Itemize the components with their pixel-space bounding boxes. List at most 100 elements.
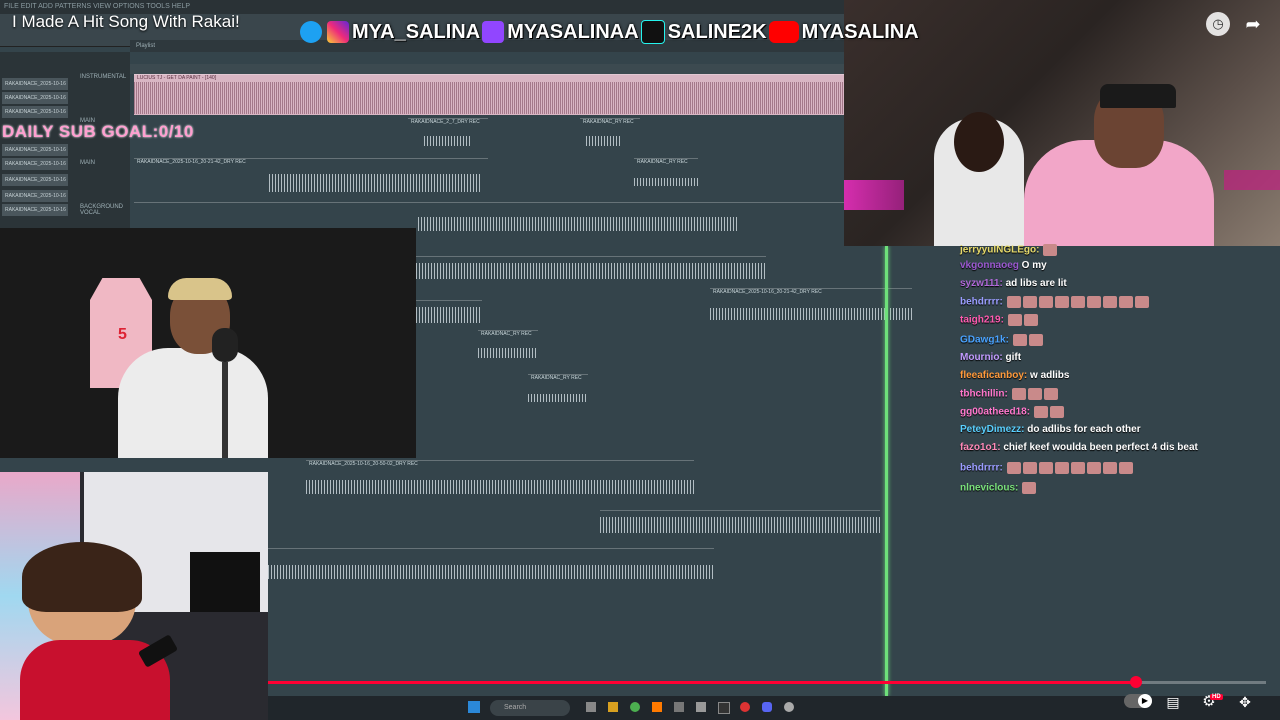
chat-emote-icon	[1023, 314, 1038, 326]
vocal-clip[interactable]	[600, 510, 880, 541]
chat-emote-icon	[1054, 296, 1069, 308]
chat-username[interactable]: jerryyuINGLEgo:	[960, 245, 1039, 256]
instrumental-clip[interactable]: LUCIUS TJ - GET DA PAINT - [140]	[134, 74, 844, 115]
instagram-icon	[327, 21, 349, 43]
chat-username[interactable]: syzw111:	[960, 278, 1003, 289]
chat-username[interactable]: fleeaficanboy:	[960, 370, 1027, 381]
chat-emote-icon	[1043, 244, 1058, 256]
chat-message: tbhchillin:	[960, 388, 1060, 400]
chat-message: fazo1o1: chief keef woulda been perfect …	[960, 442, 1198, 453]
chat-message: behdrrrr:	[960, 296, 1151, 308]
clip-title: RAKAIDNACE_2025-10-16_20-50-02_DRY REC	[309, 461, 418, 467]
timeline-ruler[interactable]	[130, 64, 844, 74]
vocal-clip[interactable]: RAKAIDNACE_2_7_DRY REC	[408, 118, 488, 155]
chat-message: nlneviclous:	[960, 482, 1038, 494]
channel-item[interactable]: RAKAIDNACE_2025-10-16	[2, 204, 68, 216]
taskbar-app-icon[interactable]	[784, 702, 794, 712]
sub-goal-text: DAILY SUB GOAL:0/10	[2, 122, 194, 141]
chat-username[interactable]: taigh219:	[960, 315, 1004, 326]
chat-username[interactable]: vkgonnaoeg	[960, 260, 1019, 271]
chat-emote-icon	[1007, 314, 1022, 326]
channel-item[interactable]: RAKAIDNACE_2025-10-16	[2, 106, 68, 118]
taskbar-search[interactable]: Search	[490, 700, 570, 716]
playlist-label: Playlist	[136, 43, 156, 49]
vocal-clip[interactable]	[268, 548, 714, 589]
social-handles-overlay: MYA_SALINA MYASALINAA SALINE2K MYASALINA	[298, 18, 919, 46]
vocal-clip[interactable]: RAKAIDNACE_2025-10-16_20-21-42_DRY REC	[710, 288, 912, 329]
chat-emote-icon	[1086, 462, 1101, 474]
chat-username[interactable]: behdrrrr:	[960, 297, 1003, 308]
chat-username[interactable]: gg00atheed18:	[960, 407, 1030, 418]
chat-username[interactable]: GDawg1k:	[960, 335, 1009, 346]
daw-playhead[interactable]	[885, 246, 888, 696]
chat-emote-icon	[1038, 296, 1053, 308]
clip-title: RAKAIDNACE_2_7_DRY REC	[411, 119, 480, 125]
vocal-clip[interactable]	[416, 256, 766, 287]
vocal-clip[interactable]: RAKAIDNAC_RY REC	[634, 158, 698, 199]
fullscreen-exit-icon[interactable]: ✥	[1234, 692, 1256, 712]
autoplay-toggle[interactable]: ▶	[1124, 694, 1152, 708]
vocal-clip[interactable]: RAKAIDNACE_2025-10-16_20-50-02_DRY REC	[306, 460, 694, 505]
captions-icon[interactable]: ▤	[1162, 692, 1184, 712]
track-label: INSTRUMENTAL	[80, 74, 127, 80]
vocal-clip[interactable]: RAKAIDNACE_2025-10-16_20-21-42_DRY REC	[134, 158, 488, 199]
fl-studio-icon[interactable]	[652, 702, 662, 712]
taskbar-app-icon[interactable]	[740, 702, 750, 712]
chat-emote-icon	[1006, 296, 1021, 308]
share-icon[interactable]: ➦	[1242, 14, 1264, 34]
chat-username[interactable]: PeteyDimezz:	[960, 424, 1024, 435]
booth-webcam: 5	[0, 228, 416, 458]
taskbar-app-icon[interactable]	[696, 702, 706, 712]
chat-message: PeteyDimezz: do adlibs for each other	[960, 424, 1141, 435]
channel-item[interactable]: RAKAIDNACE_2025-10-16	[2, 92, 68, 104]
chat-message: jerryyuINGLEgo:	[960, 244, 1059, 256]
chat-emote-icon	[1006, 462, 1021, 474]
twitter-icon	[300, 21, 322, 43]
youtube-handle: MYASALINA	[801, 20, 919, 43]
twitch-handle: MYASALINAA	[507, 20, 639, 43]
chat-username[interactable]: tbhchillin:	[960, 389, 1008, 400]
chat-emote-icon	[1070, 462, 1085, 474]
channel-item[interactable]: RAKAIDNACE_2025-10-16	[2, 144, 68, 156]
chat-text: w adlibs	[1027, 370, 1070, 381]
tiktok-handle: SALINE2K	[667, 20, 767, 43]
chat-text: chief keef woulda been perfect 4 dis bea…	[1000, 442, 1198, 453]
streamer-webcam	[0, 472, 268, 720]
chat-emote-icon	[1022, 462, 1037, 474]
vocal-clip[interactable]: RAKAIDNAC_RY REC	[528, 374, 588, 411]
chat-username[interactable]: nlneviclous:	[960, 483, 1018, 494]
vocal-clip[interactable]: RAKAIDNAC_RY REC	[580, 118, 640, 155]
folder-icon[interactable]	[608, 702, 618, 712]
taskbar-app-icon[interactable]	[586, 702, 596, 712]
chat-username[interactable]: Mournio:	[960, 352, 1003, 363]
track-label: BACKGROUND VOCAL	[80, 204, 124, 216]
chat-emote-icon	[1054, 462, 1069, 474]
video-title[interactable]: I Made A Hit Song With Rakai!	[12, 12, 240, 32]
chat-emote-icon	[1038, 462, 1053, 474]
windows-start-icon[interactable]	[468, 701, 480, 713]
chat-emote-icon	[1102, 296, 1117, 308]
chat-username[interactable]: fazo1o1:	[960, 442, 1001, 453]
chat-message: vkgonnaoeg O my	[960, 260, 1047, 271]
discord-icon[interactable]	[762, 702, 772, 712]
chat-username[interactable]: behdrrrr:	[960, 463, 1003, 474]
vocal-clip[interactable]: RAKAIDNAC_RY REC	[478, 330, 538, 367]
channel-item[interactable]: RAKAIDNACE_2025-10-16	[2, 174, 68, 186]
vocal-clip[interactable]	[416, 300, 482, 331]
chat-emote-icon	[1028, 334, 1043, 346]
obs-icon[interactable]	[718, 702, 730, 714]
chat-message: fleeaficanboy: w adlibs	[960, 370, 1069, 381]
taskbar-search-label: Search	[504, 704, 527, 711]
clip-title: RAKAIDNAC_RY REC	[481, 331, 532, 337]
watch-later-icon[interactable]: ◷	[1206, 12, 1230, 36]
channel-item[interactable]: RAKAIDNACE_2025-10-16	[2, 78, 68, 90]
chat-emote-icon	[1012, 334, 1027, 346]
chrome-icon[interactable]	[630, 702, 640, 712]
chat-overlay: jerryyuINGLEgo: vkgonnaoeg O my syzw111: a…	[956, 244, 1276, 504]
channel-item[interactable]: RAKAIDNACE_2025-10-16	[2, 190, 68, 202]
taskbar-app-icon[interactable]	[674, 702, 684, 712]
chat-emote-icon	[1043, 388, 1058, 400]
channel-item[interactable]: RAKAIDNACE_2025-10-16	[2, 158, 68, 170]
chat-emote-icon	[1118, 296, 1133, 308]
chat-emote-icon	[1070, 296, 1085, 308]
